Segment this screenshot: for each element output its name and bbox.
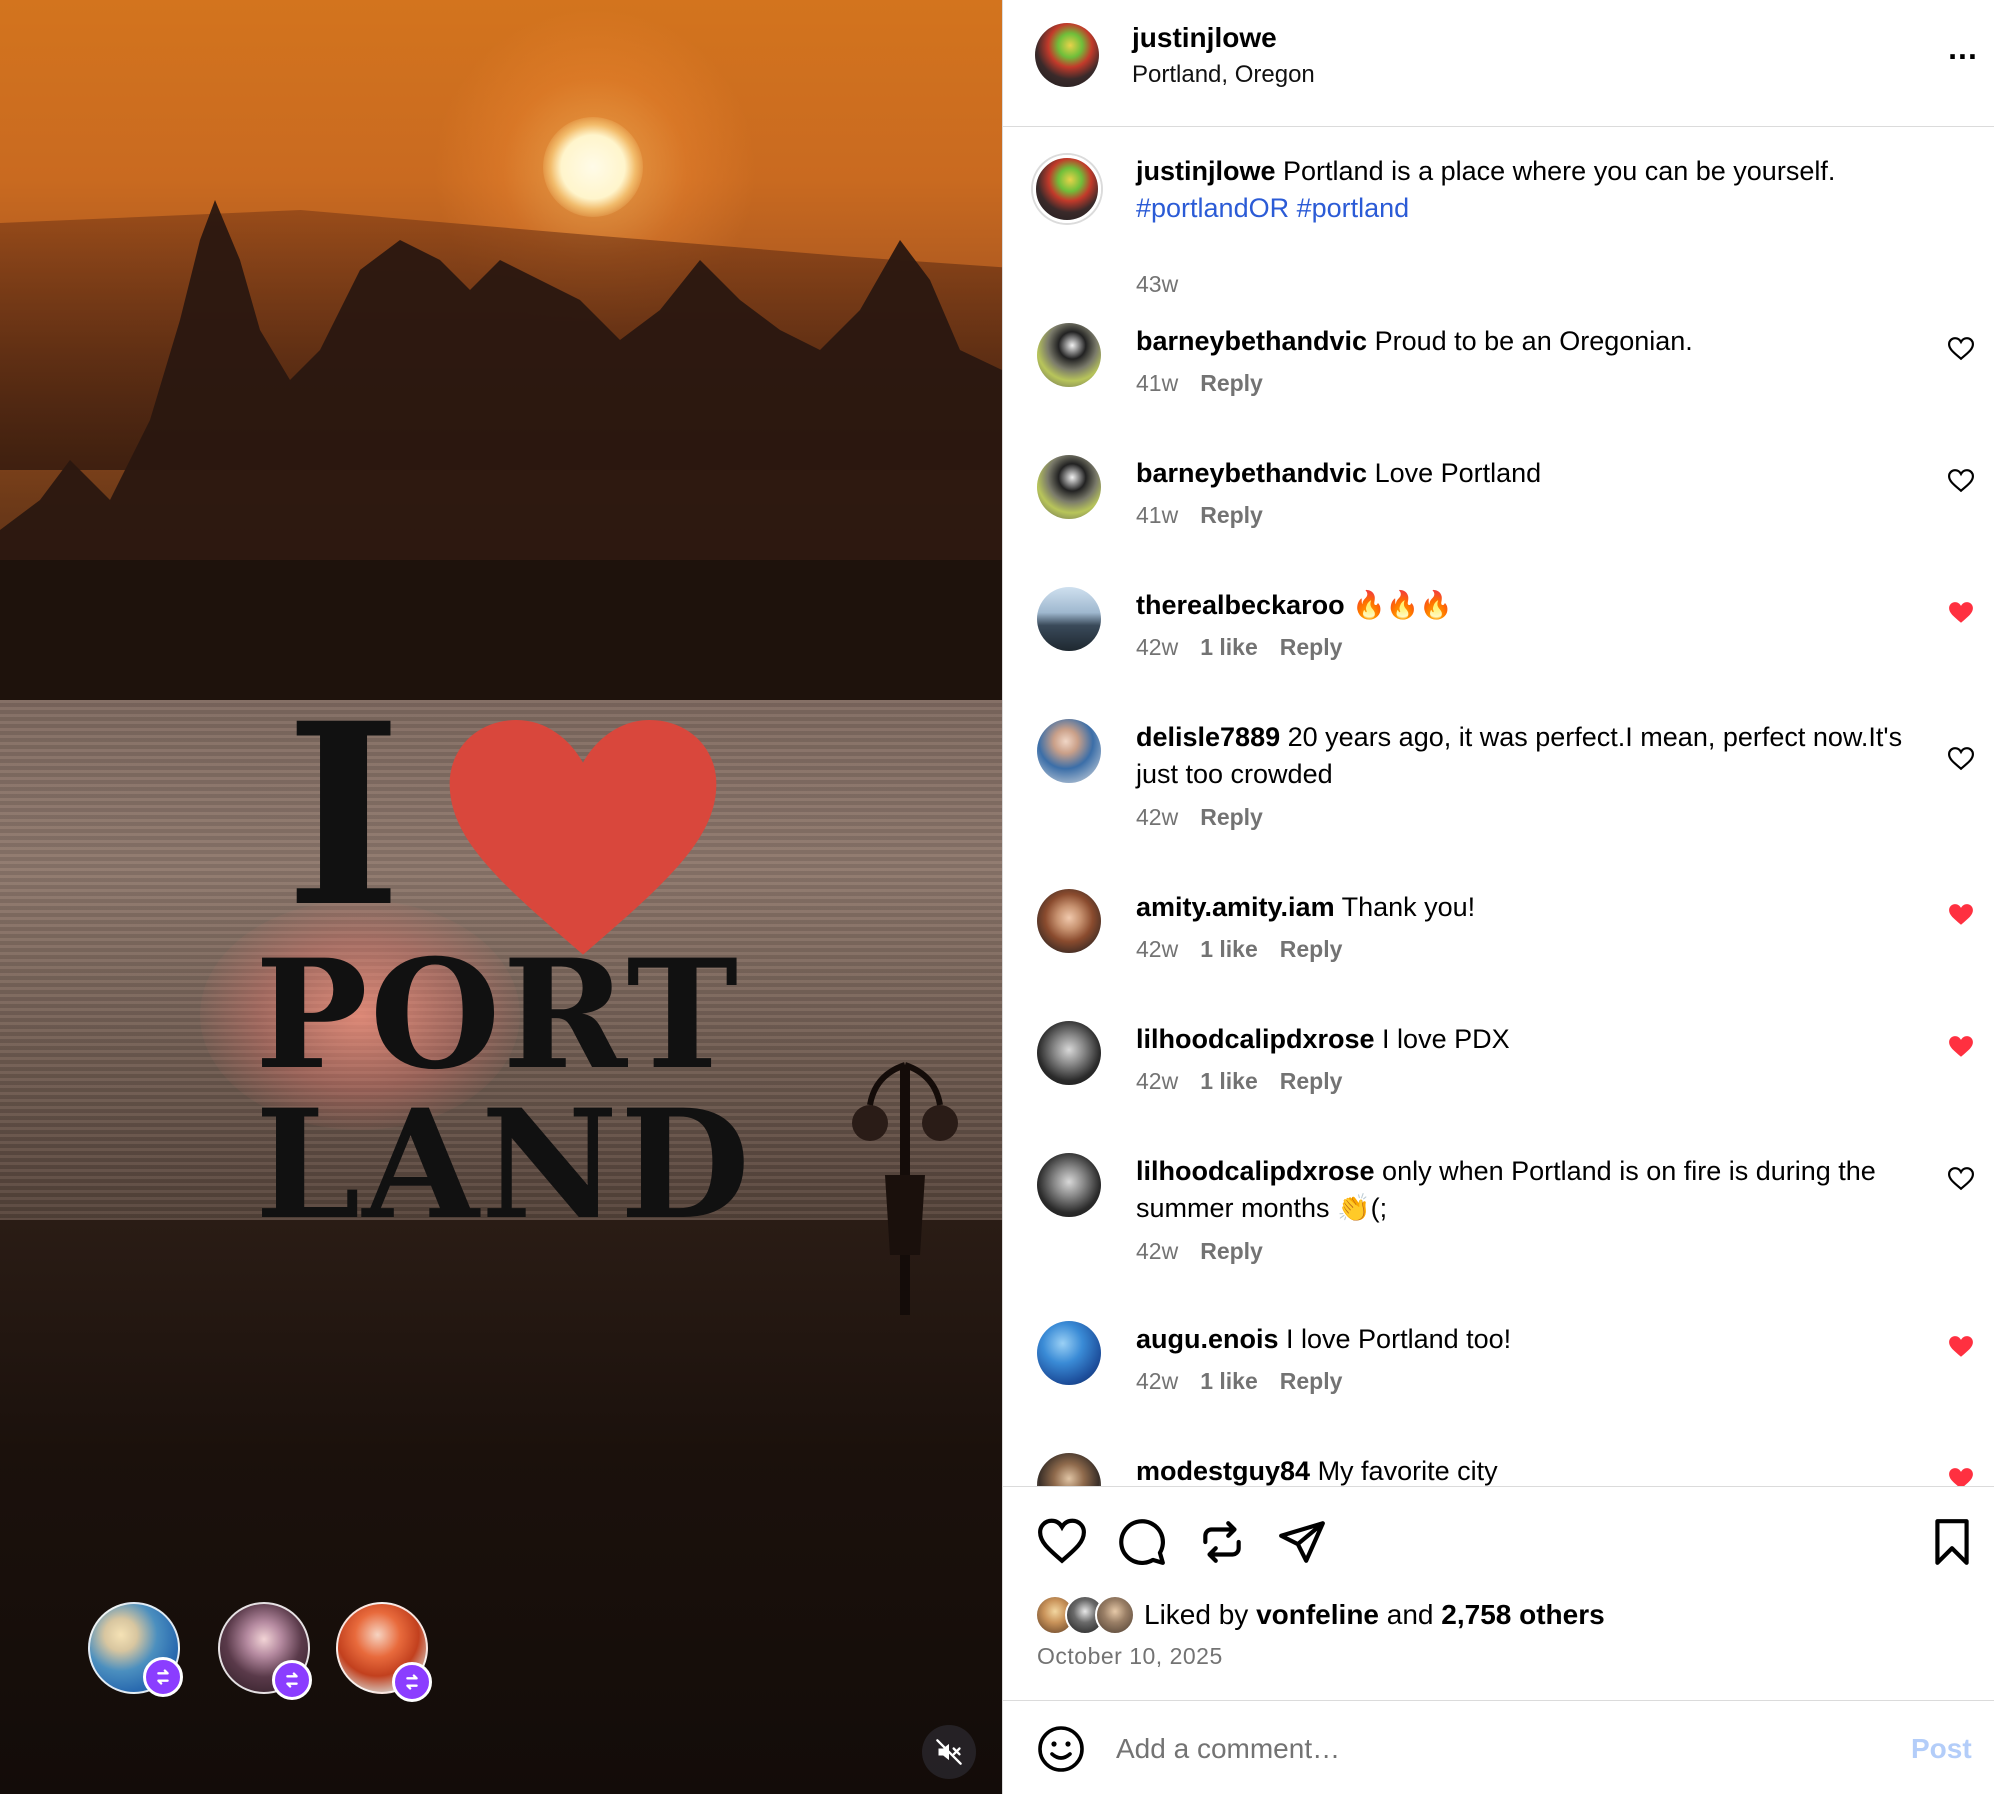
comment-time: 42w <box>1136 1068 1179 1094</box>
reply-button[interactable]: Reply <box>1280 936 1343 962</box>
comment-text: 🔥🔥🔥 <box>1344 590 1453 620</box>
comment-time: 42w <box>1136 1368 1179 1394</box>
post-panel: justinjlowe Portland, Oregon ... justinj… <box>1002 0 1994 1794</box>
post-location[interactable]: Portland, Oregon <box>1132 61 1315 89</box>
heart-filled-icon[interactable] <box>1948 1335 1974 1359</box>
repost-badge-icon <box>392 1662 432 1702</box>
comment-likes[interactable]: 1 like <box>1200 936 1258 962</box>
avatar[interactable] <box>1037 1321 1101 1385</box>
avatar[interactable] <box>1037 1153 1101 1217</box>
avatar[interactable] <box>1037 323 1101 387</box>
comment-time: 41w <box>1136 502 1179 528</box>
heart-outline-icon[interactable] <box>1037 1517 1087 1567</box>
add-comment-bar: Post <box>1003 1700 1994 1794</box>
post-button[interactable]: Post <box>1911 1733 1972 1765</box>
reply-button[interactable]: Reply <box>1280 1368 1343 1394</box>
liked-by-user[interactable]: vonfeline <box>1256 1599 1379 1630</box>
comment-input[interactable] <box>1116 1727 1876 1771</box>
comment-username[interactable]: lilhoodcalipdxrose <box>1136 1156 1375 1186</box>
avatar[interactable] <box>1037 719 1101 783</box>
smiley-icon[interactable] <box>1037 1725 1085 1773</box>
reply-button[interactable]: Reply <box>1280 1068 1343 1094</box>
avatar[interactable] <box>1033 155 1101 223</box>
overlay-text-i: I <box>285 668 404 962</box>
heart-outline-icon[interactable] <box>1948 1167 1974 1191</box>
comment-username[interactable]: augu.enois <box>1136 1324 1279 1354</box>
repost-badge-icon <box>272 1660 312 1700</box>
liked-by-avatars[interactable] <box>1035 1595 1135 1635</box>
comment-text: I love Portland too! <box>1278 1324 1512 1354</box>
reply-button[interactable]: Reply <box>1200 370 1263 396</box>
heart-filled-icon[interactable] <box>1948 601 1974 625</box>
post-actions: Liked by vonfeline and 2,758 others Octo… <box>1003 1486 1994 1700</box>
comment-time: 42w <box>1136 804 1179 830</box>
comment-text: Proud to be an Oregonian. <box>1367 326 1693 356</box>
overlay-text-port: PORT <box>255 927 741 1103</box>
reply-button[interactable]: Reply <box>1200 804 1263 830</box>
comment-likes[interactable]: 1 like <box>1200 634 1258 660</box>
comment-time: 42w <box>1136 634 1179 660</box>
avatar[interactable] <box>1037 889 1101 953</box>
comment-text: I love PDX <box>1374 1024 1510 1054</box>
tree-silhouettes <box>0 200 1002 720</box>
comment-likes[interactable]: 1 like <box>1200 1068 1258 1094</box>
repost-icon[interactable] <box>1197 1517 1247 1567</box>
repost-badge-icon <box>143 1657 183 1697</box>
author-username[interactable]: justinjlowe <box>1132 22 1277 54</box>
avatar[interactable] <box>1035 23 1099 87</box>
post-date: October 10, 2025 <box>1037 1643 1223 1669</box>
volume-muted-icon[interactable] <box>922 1725 976 1779</box>
comment-username[interactable]: amity.amity.iam <box>1136 892 1335 922</box>
comment-text: Love Portland <box>1367 458 1542 488</box>
comments-list[interactable]: justinjlowe Portland is a place where yo… <box>1003 128 1994 1486</box>
comment-username[interactable]: modestguy84 <box>1136 1456 1310 1486</box>
liked-by-summary[interactable]: Liked by vonfeline and 2,758 others <box>1144 1599 1605 1631</box>
reply-button[interactable]: Reply <box>1200 1238 1263 1264</box>
comment-username[interactable]: delisle7889 <box>1136 722 1280 752</box>
comment-likes[interactable]: 1 like <box>1200 1368 1258 1394</box>
caption-text: Portland is a place where you can be you… <box>1275 156 1836 186</box>
reply-button[interactable]: Reply <box>1280 634 1343 660</box>
heart-outline-icon[interactable] <box>1948 469 1974 493</box>
comment-time: 42w <box>1136 1238 1179 1264</box>
avatar[interactable] <box>1037 1453 1101 1486</box>
avatar[interactable] <box>1037 1021 1101 1085</box>
post-video[interactable]: I PORT LAND <box>0 0 1002 1794</box>
avatar[interactable] <box>1037 587 1101 651</box>
avatar[interactable] <box>1037 455 1101 519</box>
avatar <box>1095 1595 1135 1635</box>
caption-time: 43w <box>1136 271 1179 297</box>
comment-icon[interactable] <box>1117 1517 1167 1567</box>
heart-filled-icon[interactable] <box>1948 1467 1974 1486</box>
heart-outline-icon[interactable] <box>1948 337 1974 361</box>
heart-filled-icon[interactable] <box>1948 903 1974 927</box>
overlay-heart-icon <box>449 720 717 955</box>
comment-username[interactable]: lilhoodcalipdxrose <box>1136 1024 1375 1054</box>
heart-outline-icon[interactable] <box>1948 747 1974 771</box>
more-horizontal-icon[interactable]: ... <box>1943 32 1983 68</box>
heart-filled-icon[interactable] <box>1948 1035 1974 1059</box>
comment-username[interactable]: barneybethandvic <box>1136 458 1367 488</box>
comment-time: 42w <box>1136 936 1179 962</box>
comment-text: My favorite city <box>1310 1456 1498 1486</box>
comment-username[interactable]: therealbeckaroo <box>1136 590 1345 620</box>
liked-by-others[interactable]: 2,758 others <box>1441 1599 1604 1630</box>
liked-by-prefix: Liked by <box>1144 1599 1257 1630</box>
overlay-text-land: LAND <box>255 1077 753 1253</box>
liked-by-and: and <box>1379 1599 1442 1630</box>
post-header: justinjlowe Portland, Oregon ... <box>1003 0 1994 127</box>
caption-hashtags[interactable]: #portlandOR #portland <box>1136 193 1409 223</box>
reply-button[interactable]: Reply <box>1200 502 1263 528</box>
comment-username[interactable]: barneybethandvic <box>1136 326 1367 356</box>
street-lamp <box>852 1062 958 1315</box>
caption-username[interactable]: justinjlowe <box>1136 156 1276 186</box>
comment-text: Thank you! <box>1334 892 1476 922</box>
bookmark-icon[interactable] <box>1927 1517 1977 1567</box>
comment-time: 41w <box>1136 370 1179 396</box>
send-icon[interactable] <box>1277 1517 1327 1567</box>
